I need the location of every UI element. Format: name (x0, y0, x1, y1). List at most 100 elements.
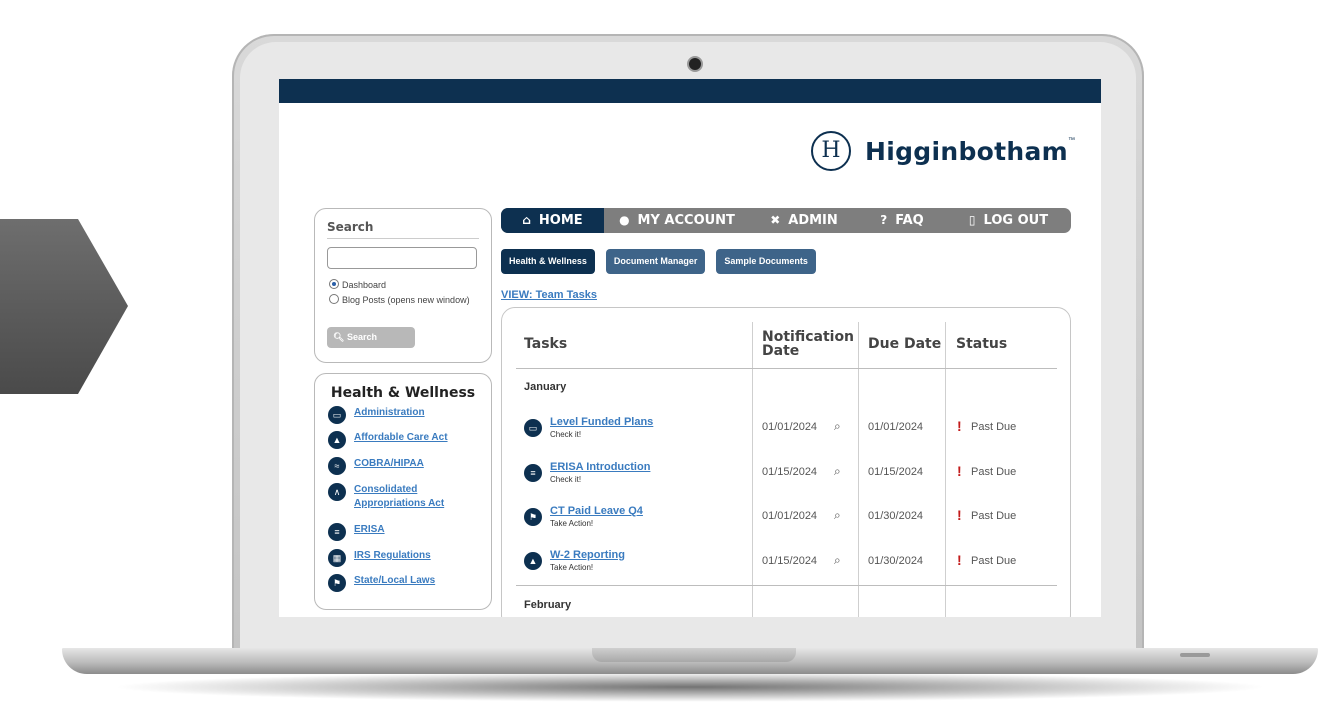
nav-label: HOME (538, 213, 583, 228)
task-sub: Take Action! (550, 519, 594, 528)
header-divider (516, 368, 1057, 369)
month-label: January (524, 381, 567, 393)
hw-item-affordable-care-act[interactable]: ▲ Affordable Care Act (328, 431, 474, 449)
decorative-arrow-shape (0, 219, 128, 394)
column-divider (752, 322, 753, 617)
laptop-port (1180, 653, 1210, 657)
folder-icon: ▭ (524, 419, 542, 437)
alert-icon: ! (957, 507, 962, 523)
column-divider (945, 322, 946, 617)
flag-icon: ⚑ (328, 574, 346, 592)
column-divider (858, 322, 859, 617)
handshake-icon: ≈ (328, 457, 346, 475)
folder-icon: ▭ (328, 406, 346, 424)
header-status: Status (956, 336, 1008, 352)
sub-tabs: Health & Wellness Document Manager Sampl… (501, 249, 827, 274)
due-date: 01/15/2024 (868, 466, 924, 478)
task-link[interactable]: Level Funded Plans (550, 416, 653, 428)
laptop-screen: H Higginbotham ™ Search Dashboard Blog P… (279, 79, 1101, 617)
search-title: Search (327, 220, 374, 234)
alert-icon: ! (957, 463, 962, 479)
hw-item-irs-regulations[interactable]: ▦ IRS Regulations (328, 549, 474, 567)
trademark: ™ (1068, 137, 1075, 144)
search-icon[interactable]: ⌕ (834, 508, 841, 523)
nav-label: LOG OUT (983, 213, 1049, 228)
tab-health-wellness[interactable]: Health & Wellness (501, 249, 595, 274)
nav-label: FAQ (895, 213, 924, 228)
tools-icon: ✖ (770, 213, 781, 227)
health-wellness-panel: Health & Wellness ▭ Administration ▲ Aff… (314, 373, 492, 610)
task-link[interactable]: W-2 Reporting (550, 549, 625, 561)
search-icon[interactable]: ⌕ (834, 553, 841, 568)
hw-link[interactable]: Administration (354, 406, 474, 420)
status-text: Past Due (971, 555, 1017, 567)
header-due-date: Due Date (868, 336, 942, 352)
laptop-shadow (110, 672, 1270, 702)
search-input[interactable] (327, 247, 477, 269)
tasks-table: Tasks Notification Date Due Date Status … (501, 307, 1071, 617)
due-date: 01/30/2024 (868, 510, 924, 522)
hw-link[interactable]: IRS Regulations (354, 549, 474, 563)
tab-document-manager[interactable]: Document Manager (605, 249, 706, 274)
status-text: Past Due (971, 510, 1017, 522)
notification-date: 01/15/2024 (762, 555, 818, 567)
hw-item-administration[interactable]: ▭ Administration (328, 406, 474, 424)
task-sub: Take Action! (550, 563, 594, 572)
nav-label: ADMIN (788, 213, 838, 228)
search-icon[interactable]: ⌕ (834, 464, 841, 479)
document-icon: ≡ (328, 523, 346, 541)
alert-icon: ! (957, 552, 962, 568)
hw-link[interactable]: COBRA/HIPAA (354, 457, 474, 471)
user-icon: ● (619, 213, 630, 227)
health-wellness-title: Health & Wellness (330, 385, 476, 401)
laptop-hinge-notch (592, 648, 796, 662)
flag-icon: ⚑ (524, 508, 542, 526)
nav-faq[interactable]: ? FAQ (858, 208, 946, 233)
due-date: 01/01/2024 (868, 421, 924, 433)
radio-selected-icon[interactable] (329, 279, 339, 289)
header-notification-date: Notification Date (762, 329, 855, 359)
document-icon: ≡ (524, 464, 542, 482)
hw-link[interactable]: ERISA (354, 523, 474, 537)
task-link[interactable]: ERISA Introduction (550, 461, 650, 473)
radio-icon[interactable] (329, 294, 339, 304)
top-bar (279, 79, 1101, 103)
hw-link[interactable]: Consolidated Appropriations Act (354, 483, 474, 511)
hw-link[interactable]: State/Local Laws (354, 574, 474, 588)
hw-item-erisa[interactable]: ≡ ERISA (328, 523, 474, 541)
alert-icon: ! (957, 418, 962, 434)
header-tasks: Tasks (524, 336, 568, 352)
search-icon: 🔍︎ (333, 332, 345, 342)
main-nav: ⌂ HOME ● MY ACCOUNT ✖ ADMIN ? FAQ ▯ LOG OUT (501, 208, 1071, 233)
search-panel: Search Dashboard Blog Posts (opens new w… (314, 208, 492, 363)
tab-sample-documents[interactable]: Sample Documents (716, 249, 816, 274)
radio-label: Dashboard (342, 280, 387, 290)
nav-home[interactable]: ⌂ HOME (501, 208, 604, 233)
camera-icon (689, 58, 701, 70)
hw-item-cobra-hipaa[interactable]: ≈ COBRA/HIPAA (328, 457, 474, 475)
search-icon[interactable]: ⌕ (834, 419, 841, 434)
task-sub: Check it! (550, 430, 582, 439)
nav-my-account[interactable]: ● MY ACCOUNT (604, 208, 750, 233)
question-icon: ? (880, 213, 888, 227)
radio-blog-posts[interactable]: Blog Posts (opens new window) (329, 294, 479, 306)
nav-log-out[interactable]: ▯ LOG OUT (946, 208, 1071, 233)
task-link[interactable]: CT Paid Leave Q4 (550, 505, 643, 517)
hw-item-consolidated-appropriations-act[interactable]: ∧ Consolidated Appropriations Act (328, 483, 474, 511)
search-button[interactable]: 🔍︎ Search (327, 327, 415, 348)
logo-mark-icon: H (811, 131, 851, 171)
nav-label: MY ACCOUNT (637, 213, 735, 228)
hw-item-state-local-laws[interactable]: ⚑ State/Local Laws (328, 574, 474, 592)
view-team-tasks-link[interactable]: VIEW: Team Tasks (501, 289, 597, 301)
door-icon: ▯ (968, 213, 976, 227)
nav-admin[interactable]: ✖ ADMIN (750, 208, 858, 233)
compass-icon: ∧ (328, 483, 346, 501)
logo-text: Higginbotham (865, 136, 1068, 166)
radio-dashboard[interactable]: Dashboard (329, 279, 479, 291)
hw-link[interactable]: Affordable Care Act (354, 431, 474, 445)
logo[interactable]: H Higginbotham ™ (811, 131, 1075, 171)
capitol-icon: ▲ (524, 552, 542, 570)
notification-date: 01/01/2024 (762, 510, 818, 522)
notification-date: 01/01/2024 (762, 421, 818, 433)
radio-label: Blog Posts (opens new window) (342, 295, 470, 305)
